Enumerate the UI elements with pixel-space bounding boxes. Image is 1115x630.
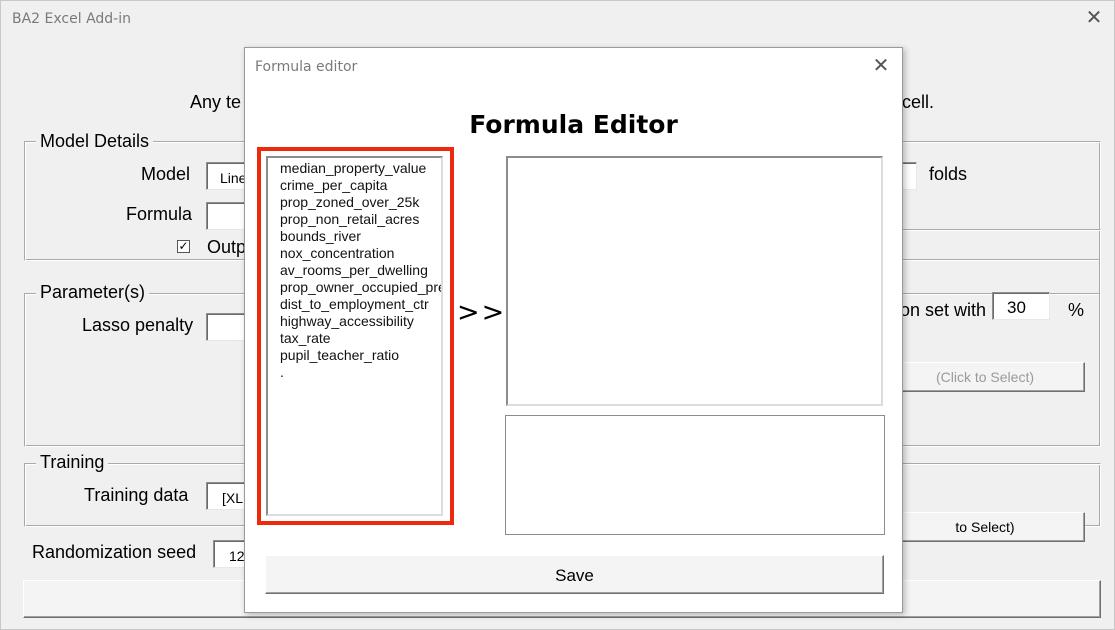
formula-label: Formula xyxy=(126,204,193,224)
model-details-legend: Model Details xyxy=(36,131,154,151)
variable-item[interactable]: dist_to_employment_ctr xyxy=(268,296,441,313)
variable-item[interactable]: tax_rate xyxy=(268,330,441,347)
percent-label: % xyxy=(1068,300,1085,320)
variable-item[interactable]: highway_accessibility xyxy=(268,313,441,330)
output-checkbox-label: Outp xyxy=(207,237,247,257)
variable-item[interactable]: av_rooms_per_dwelling xyxy=(268,262,441,279)
seed-label: Randomization seed xyxy=(32,542,197,562)
training-legend: Training xyxy=(36,452,109,472)
formula-preview-box xyxy=(505,415,885,535)
formula-text-area[interactable] xyxy=(506,156,883,406)
save-button[interactable]: Save xyxy=(265,555,884,594)
training-select-button[interactable]: to Select) xyxy=(885,512,1085,542)
click-to-select-button[interactable]: (Click to Select) xyxy=(885,362,1085,392)
output-checkbox[interactable]: ✓ xyxy=(177,240,190,253)
validation-set-label: on set with xyxy=(900,300,987,320)
lasso-penalty-label: Lasso penalty xyxy=(82,315,194,335)
variable-item[interactable]: prop_owner_occupied_pre xyxy=(268,279,441,296)
dialog-close-icon[interactable]: ✕ xyxy=(869,56,893,76)
window-title: BA2 Excel Add-in xyxy=(12,11,131,27)
variable-item[interactable]: nox_concentration xyxy=(268,245,441,262)
folds-label: folds xyxy=(929,164,968,184)
dialog-title: Formula editor xyxy=(255,59,358,75)
variable-item[interactable]: prop_non_retail_acres xyxy=(268,211,441,228)
variable-item[interactable]: crime_per_capita xyxy=(268,177,441,194)
variable-item[interactable]: prop_zoned_over_25k xyxy=(268,194,441,211)
parameters-legend: Parameter(s) xyxy=(36,282,150,302)
validation-group xyxy=(885,229,1101,447)
model-label: Model xyxy=(141,164,191,184)
variable-item[interactable]: pupil_teacher_ratio xyxy=(268,347,441,364)
checkmark-icon: ✓ xyxy=(178,239,189,253)
variable-item[interactable]: bounds_river xyxy=(268,228,441,245)
variable-item[interactable]: median_property_value xyxy=(268,160,441,177)
insert-arrow-button[interactable]: >> xyxy=(457,297,506,328)
close-icon[interactable]: ✕ xyxy=(1082,8,1106,28)
intro-text-left: Any te xyxy=(190,92,242,112)
training-data-label: Training data xyxy=(84,485,189,505)
variable-item[interactable]: . xyxy=(268,364,441,381)
intro-text-right: cell. xyxy=(902,92,935,112)
formula-editor-heading: Formula Editor xyxy=(469,110,678,139)
validation-percent-field[interactable]: 30 xyxy=(992,292,1050,320)
variable-list[interactable]: median_property_value crime_per_capita p… xyxy=(266,156,443,516)
